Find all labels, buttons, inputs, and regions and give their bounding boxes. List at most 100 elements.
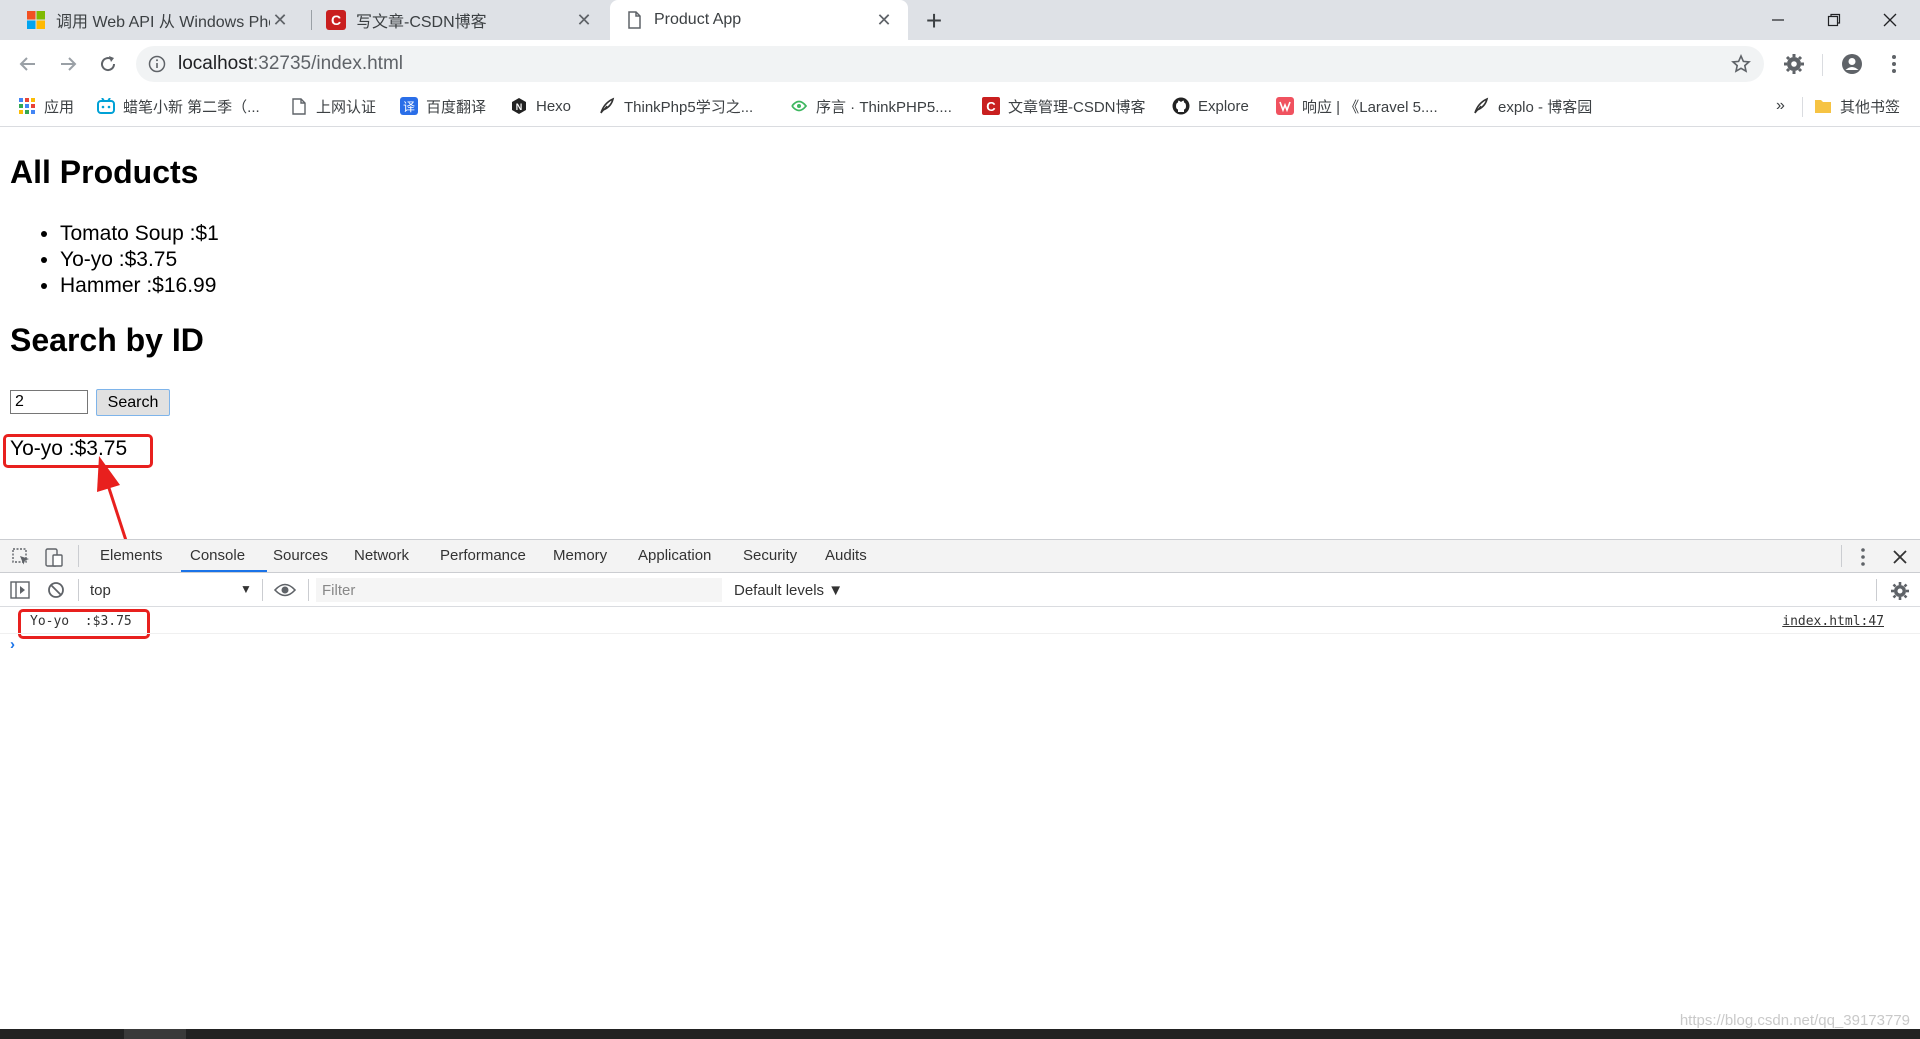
- bookmark-label: 蜡笔小新 第二季（...: [123, 98, 260, 116]
- bookmark-apps[interactable]: 应用: [18, 95, 74, 117]
- devtools-tab-performance[interactable]: Performance: [440, 547, 526, 564]
- bookmarks-overflow-chevron-icon[interactable]: »: [1776, 95, 1785, 117]
- bookmarks-bar: [0, 88, 1920, 127]
- devtools-tab-memory[interactable]: Memory: [553, 547, 607, 564]
- bookmark-csdn-manage[interactable]: C 文章管理-CSDN博客: [982, 95, 1146, 117]
- devtools-divider: [1841, 545, 1842, 567]
- browser-tab-csdn-write[interactable]: C 写文章-CSDN博客 ✕: [312, 0, 608, 40]
- csdn-logo-icon: C: [326, 10, 346, 30]
- bookmark-laravel[interactable]: 响应 | 《Laravel 5....: [1276, 95, 1438, 117]
- search-button[interactable]: Search: [96, 389, 170, 416]
- back-arrow-icon[interactable]: [12, 48, 44, 80]
- devtools-tab-application[interactable]: Application: [638, 547, 711, 564]
- close-devtools-icon[interactable]: [1892, 549, 1908, 565]
- console-message-divider: [0, 633, 1920, 634]
- new-tab-button[interactable]: +: [920, 7, 948, 36]
- tab-title: 写文章-CSDN博客: [356, 14, 487, 31]
- page-viewport: [0, 127, 1920, 539]
- url-text: localhost:32735/index.html: [178, 53, 403, 75]
- laravel-icon: [1276, 97, 1294, 115]
- url-path: :32735/index.html: [253, 53, 403, 74]
- bookmark-label: Hexo: [536, 97, 572, 115]
- search-by-id-heading: Search by ID: [10, 322, 204, 358]
- bookmark-login-auth[interactable]: 上网认证: [290, 95, 376, 117]
- bookmark-other-folder[interactable]: 其他书签: [1814, 95, 1900, 117]
- device-toolbar-icon[interactable]: [44, 546, 64, 568]
- devtools-tab-sources[interactable]: Sources: [273, 547, 328, 564]
- bookmark-thinkphp5-study[interactable]: ThinkPhp5学习之...: [598, 95, 753, 117]
- bookmark-label: 序言 · ThinkPHP5....: [816, 98, 952, 116]
- browser-tab-web-api[interactable]: 调用 Web API 从 Windows Pho ✕: [12, 0, 304, 40]
- extension-gear-icon[interactable]: [1780, 50, 1808, 78]
- minimize-window-icon[interactable]: [1750, 0, 1806, 40]
- svg-text:C: C: [986, 99, 996, 114]
- console-prompt[interactable]: ›: [10, 636, 15, 653]
- product-item: Hammer :$16.99: [60, 273, 219, 299]
- bookmark-label: 上网认证: [316, 98, 377, 116]
- close-tab-icon[interactable]: ✕: [574, 10, 594, 30]
- console-filter-input[interactable]: [316, 578, 722, 602]
- folder-icon: [1814, 97, 1832, 115]
- csdn-watermark: https://blog.csdn.net/qq_39173779: [1679, 1012, 1910, 1029]
- devtools-divider: [308, 579, 309, 601]
- toolbar-divider: [1822, 54, 1823, 76]
- forward-arrow-icon[interactable]: [52, 48, 84, 80]
- devtools-tab-audits[interactable]: Audits: [825, 547, 867, 564]
- devtools-tab-console[interactable]: Console: [190, 547, 245, 564]
- devtools-menu-icon[interactable]: [1860, 547, 1866, 567]
- context-dropdown-arrow-icon[interactable]: ▼: [240, 582, 252, 596]
- tab-title: 调用 Web API 从 Windows Pho: [56, 14, 270, 31]
- profile-avatar-icon[interactable]: [1838, 50, 1866, 78]
- devtools-tab-security[interactable]: Security: [743, 547, 797, 564]
- log-levels-dropdown[interactable]: Default levels ▼: [734, 582, 843, 599]
- bookmark-thinkphp5-intro[interactable]: 序言 · ThinkPHP5....: [790, 95, 952, 117]
- console-source-link[interactable]: index.html:47: [1782, 614, 1884, 629]
- feather-icon: [1472, 97, 1490, 115]
- bookmark-github-explore[interactable]: Explore: [1172, 95, 1249, 117]
- bookmark-star-icon[interactable]: [1727, 50, 1755, 78]
- product-id-input[interactable]: [10, 390, 88, 414]
- inspect-element-icon[interactable]: [11, 547, 31, 567]
- bookmark-label: 百度翻译: [426, 98, 487, 116]
- show-sidebar-icon[interactable]: [10, 581, 30, 599]
- windows-logo-icon: [27, 11, 45, 29]
- active-tab-indicator: [181, 570, 267, 572]
- taskbar-item[interactable]: [124, 1029, 186, 1039]
- restore-window-icon[interactable]: [1806, 0, 1862, 40]
- os-taskbar: [0, 1029, 1920, 1039]
- svg-text:C: C: [331, 12, 341, 28]
- console-settings-gear-icon[interactable]: [1890, 581, 1910, 601]
- browser-menu-icon[interactable]: [1880, 50, 1908, 78]
- bookmark-label: 其他书签: [1840, 98, 1901, 116]
- svg-text:N: N: [516, 102, 523, 112]
- bookmark-explo-cnblogs[interactable]: explo - 博客园: [1472, 95, 1592, 117]
- apps-grid-icon: [18, 97, 36, 115]
- bookmark-label: 响应 | 《Laravel 5....: [1302, 98, 1438, 116]
- browser-tab-product-app[interactable]: Product App ✕: [610, 0, 908, 40]
- devtools-tab-elements[interactable]: Elements: [100, 547, 163, 564]
- bookmark-baidu-translate[interactable]: 译 百度翻译: [400, 95, 486, 117]
- devtools-divider: [78, 545, 79, 567]
- close-tab-icon[interactable]: ✕: [874, 10, 894, 30]
- clear-console-icon[interactable]: [47, 581, 65, 599]
- close-tab-icon[interactable]: ✕: [270, 10, 290, 30]
- devtools-divider: [1876, 579, 1877, 601]
- close-window-icon[interactable]: [1862, 0, 1918, 40]
- page-icon: [290, 97, 308, 115]
- highlight-box-result: [3, 434, 153, 468]
- bookmark-hexo[interactable]: N Hexo: [510, 95, 571, 117]
- github-icon: [1172, 97, 1190, 115]
- devtools-divider: [78, 579, 79, 601]
- bookmark-bilibili[interactable]: 蜡笔小新 第二季（...: [97, 95, 260, 117]
- context-select[interactable]: top: [90, 582, 111, 599]
- bookmark-label: 文章管理-CSDN博客: [1008, 98, 1146, 116]
- bookmark-label: 应用: [44, 98, 75, 116]
- reload-icon[interactable]: [92, 48, 124, 80]
- live-expression-eye-icon[interactable]: [274, 582, 296, 598]
- translate-icon: 译: [400, 97, 418, 115]
- devtools-tab-network[interactable]: Network: [354, 547, 409, 564]
- tab-title: Product App: [654, 11, 742, 28]
- site-info-icon[interactable]: [148, 55, 166, 73]
- feather-icon: [598, 97, 616, 115]
- bilibili-icon: [97, 97, 115, 115]
